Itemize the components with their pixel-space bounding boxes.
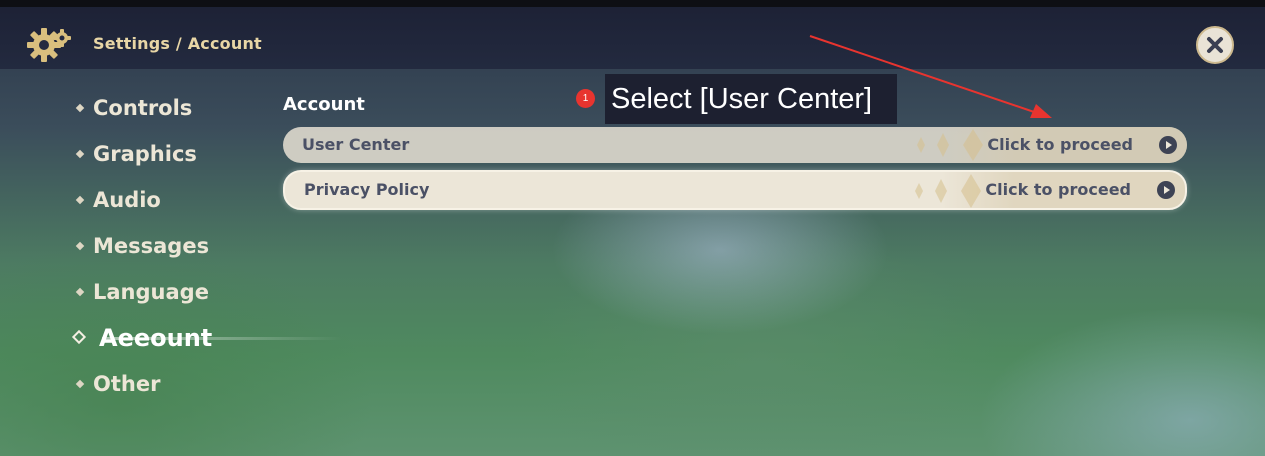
annotation-arrow-icon (809, 35, 1052, 118)
